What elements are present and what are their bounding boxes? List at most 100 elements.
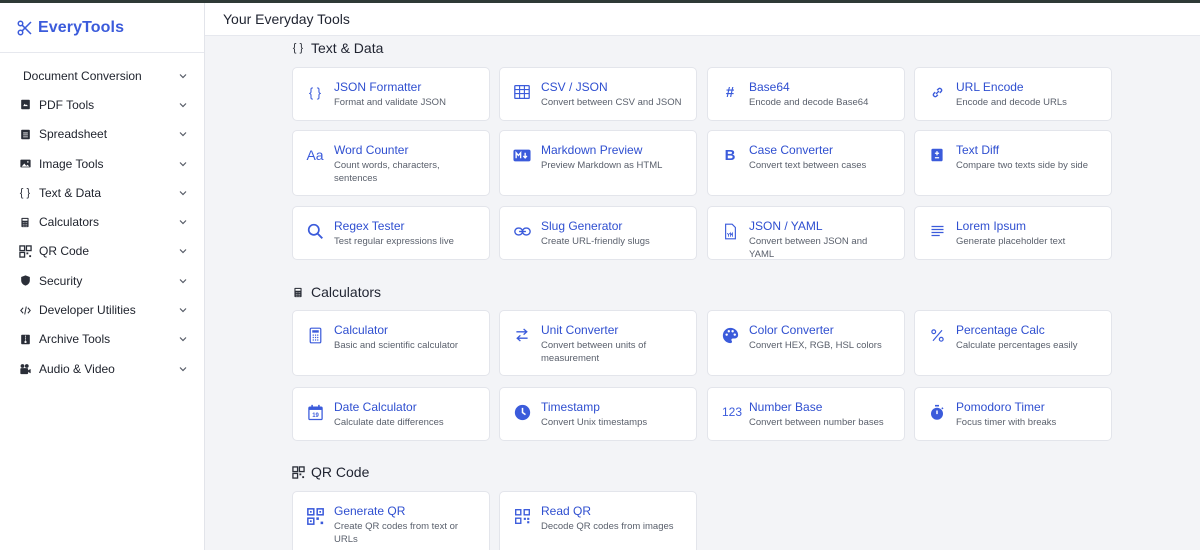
sidebar-item-label: Developer Utilities [39, 303, 136, 318]
yaml-file-icon [720, 221, 740, 241]
stopwatch-icon [927, 402, 947, 422]
tool-card-lorem-ipsum[interactable]: Lorem Ipsum Generate placeholder text [914, 206, 1112, 260]
chevron-down-icon [178, 364, 188, 374]
tool-card-pomodoro-timer[interactable]: Pomodoro Timer Focus timer with breaks [914, 387, 1112, 441]
card-description: Preview Markdown as HTML [541, 160, 663, 171]
spreadsheet-icon [18, 127, 32, 141]
tool-card-url-encode[interactable]: URL Encode Encode and decode URLs [914, 67, 1112, 121]
card-description: Convert between number bases [749, 417, 884, 428]
diff-icon [927, 145, 947, 165]
card-description: Format and validate JSON [334, 97, 446, 108]
card-title: Pomodoro Timer [956, 400, 1045, 414]
qr-icon [291, 465, 305, 479]
chevron-down-icon [178, 246, 188, 256]
tool-card-csv-json[interactable]: CSV / JSON Convert between CSV and JSON [499, 67, 697, 121]
sidebar-item-text-data[interactable]: { } Text & Data [0, 178, 204, 207]
chevron-down-icon [178, 129, 188, 139]
sidebar-item-audio-video[interactable]: Audio & Video [0, 354, 204, 383]
percent-icon [927, 325, 947, 345]
card-title: CSV / JSON [541, 80, 608, 94]
chain-icon [512, 221, 532, 241]
card-description: Convert between units of measurement [541, 340, 647, 364]
sidebar: EveryTools Document Conversion PDF Tools… [0, 3, 205, 550]
tool-card-markdown-preview[interactable]: Markdown Preview Preview Markdown as HTML [499, 130, 697, 196]
sidebar-item-label: Audio & Video [39, 361, 115, 376]
lines-icon [927, 221, 947, 241]
section-title-label: Calculators [311, 284, 382, 300]
card-description: Convert HEX, RGB, HSL colors [749, 340, 882, 351]
tool-card-text-diff[interactable]: Text Diff Compare two texts side by side [914, 130, 1112, 196]
card-description: Generate placeholder text [956, 236, 1066, 247]
tool-card-date-calculator[interactable]: 19 Date Calculator Calculate date differe… [292, 387, 490, 441]
sidebar-item-developer-utilities[interactable]: Developer Utilities [0, 295, 204, 324]
card-title: Percentage Calc [956, 323, 1045, 337]
card-description: Convert text between cases [749, 160, 867, 171]
braces-icon: { } [292, 42, 304, 54]
tool-card-generate-qr[interactable]: Generate QR Create QR codes from text or … [292, 491, 490, 550]
qr-icon [305, 506, 325, 526]
tool-card-read-qr[interactable]: Read QR Decode QR codes from images [499, 491, 697, 550]
card-title: Markdown Preview [541, 143, 643, 157]
chevron-down-icon [178, 276, 188, 286]
tool-card-json-formatter[interactable]: { } JSON Formatter Format and validate JS… [292, 67, 490, 121]
card-description: Calculate percentages easily [956, 340, 1078, 351]
sidebar-item-image-tools[interactable]: Image Tools [0, 149, 204, 178]
section-title-text-data: { } Text & Data [291, 40, 384, 56]
sidebar-item-calculators[interactable]: Calculators [0, 207, 204, 236]
sidebar-item-spreadsheet[interactable]: Spreadsheet [0, 120, 204, 149]
braces-icon: { } [19, 186, 31, 199]
code-icon [18, 303, 32, 317]
sidebar-item-pdf-tools[interactable]: PDF Tools [0, 90, 204, 119]
tool-card-regex-tester[interactable]: Regex Tester Test regular expressions liv… [292, 206, 490, 260]
media-icon [18, 362, 32, 376]
card-description: Count words, characters, sentences [334, 160, 440, 184]
tool-card-case-converter[interactable]: B Case Converter Convert text between cas… [707, 130, 905, 196]
tool-card-timestamp[interactable]: Timestamp Convert Unix timestamps [499, 387, 697, 441]
card-description: Test regular expressions live [334, 236, 454, 247]
archive-icon [18, 332, 32, 346]
chevron-down-icon [178, 71, 188, 81]
sidebar-item-label: Text & Data [39, 185, 102, 200]
sidebar-item-label: QR Code [39, 244, 90, 259]
card-title: Unit Converter [541, 323, 619, 337]
card-title: Number Base [749, 400, 823, 414]
calculator-icon [305, 325, 325, 345]
card-title: Date Calculator [334, 400, 417, 414]
card-description: Calculate date differences [334, 417, 444, 428]
sidebar-item-document-conversion[interactable]: Document Conversion [0, 61, 204, 90]
clock-icon [512, 402, 532, 422]
tool-card-percentage-calc[interactable]: Percentage Calc Calculate percentages eas… [914, 310, 1112, 376]
bold-icon: B [724, 146, 736, 164]
card-description: Encode and decode URLs [956, 97, 1067, 108]
pdf-icon [18, 98, 32, 112]
card-description: Convert between CSV and JSON [541, 97, 682, 108]
swap-icon [512, 325, 532, 345]
brand[interactable]: EveryTools [0, 3, 204, 53]
card-title: Calculator [334, 323, 389, 337]
tool-card-slug-generator[interactable]: Slug Generator Create URL-friendly slugs [499, 206, 697, 260]
sidebar-item-security[interactable]: Security [0, 266, 204, 295]
card-title: Word Counter [334, 143, 409, 157]
qr-scan-icon [512, 506, 532, 526]
tool-card-number-base[interactable]: 123 Number Base Convert between number ba… [707, 387, 905, 441]
sidebar-nav: Document Conversion PDF Tools Spreadshee… [0, 53, 204, 383]
tool-card-calculator[interactable]: Calculator Basic and scientific calculato… [292, 310, 490, 376]
qr-icon [18, 244, 32, 258]
sidebar-item-label: Image Tools [39, 156, 104, 171]
hash-icon: # [725, 83, 735, 101]
sidebar-item-qr-code[interactable]: QR Code [0, 237, 204, 266]
card-description: Focus timer with breaks [956, 417, 1057, 428]
tool-card-word-counter[interactable]: Aa Word Counter Count words, characters, … [292, 130, 490, 196]
tool-card-color-converter[interactable]: Color Converter Convert HEX, RGB, HSL col… [707, 310, 905, 376]
tool-card-json-yaml[interactable]: JSON / YAML Convert between JSON and YAML [707, 206, 905, 260]
card-title: Timestamp [541, 400, 600, 414]
tool-card-unit-converter[interactable]: Unit Converter Convert between units of m… [499, 310, 697, 376]
chevron-down-icon [178, 100, 188, 110]
card-description: Create QR codes from text or URLs [334, 521, 459, 545]
palette-icon [720, 325, 740, 345]
card-title: Slug Generator [541, 219, 623, 233]
sidebar-item-label: Security [39, 273, 83, 288]
top-header: Your Everyday Tools [205, 3, 1200, 36]
tool-card-base64[interactable]: # Base64 Encode and decode Base64 [707, 67, 905, 121]
sidebar-item-archive-tools[interactable]: Archive Tools [0, 325, 204, 354]
